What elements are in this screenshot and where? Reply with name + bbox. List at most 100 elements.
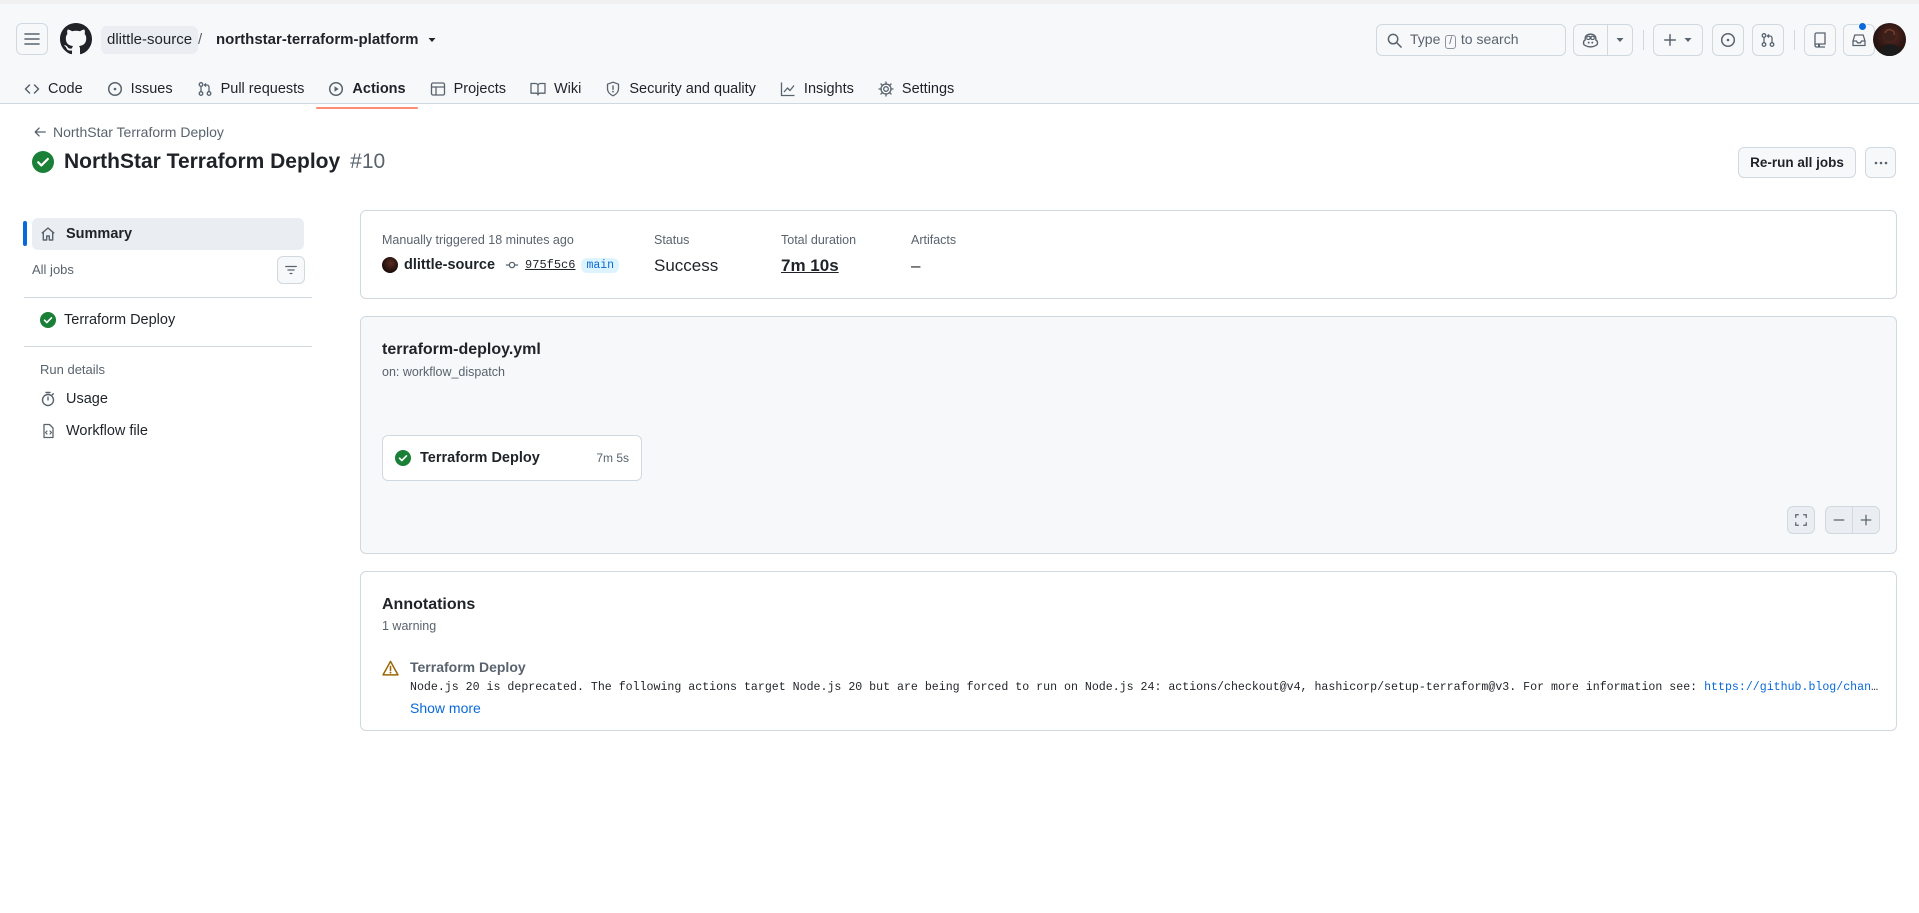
tab-security[interactable]: Security and quality <box>593 70 768 108</box>
stopwatch-icon <box>41 391 55 407</box>
kebab-horizontal-icon <box>1874 161 1887 164</box>
search-placeholder: Type / to search <box>1410 31 1519 49</box>
hamburger-menu-button[interactable] <box>16 23 48 55</box>
gear-icon <box>878 81 894 97</box>
tab-settings[interactable]: Settings <box>866 70 966 108</box>
filter-icon <box>285 265 297 275</box>
notification-indicator <box>1858 22 1867 31</box>
actor-avatar[interactable] <box>382 257 398 273</box>
breadcrumb-separator: / <box>198 31 203 48</box>
annotations-title: Annotations <box>382 596 476 613</box>
breadcrumb-repo[interactable]: northstar-terraform-platform <box>212 26 441 54</box>
git-pull-request-icon <box>198 82 212 96</box>
check-circle-fill-icon <box>40 312 56 328</box>
triangle-down-icon <box>1684 38 1692 42</box>
triangle-down-icon <box>1616 38 1624 42</box>
trigger-column: Manually triggered 18 minutes ago dlittl… <box>382 233 620 273</box>
more-options-button[interactable] <box>1865 147 1896 178</box>
issues-button[interactable] <box>1712 24 1744 56</box>
zoom-in-button[interactable] <box>1852 506 1880 534</box>
tab-wiki-label: Wiki <box>553 81 582 97</box>
run-summary-panel: Manually triggered 18 minutes ago dlittl… <box>360 210 1897 299</box>
back-to-workflow-link[interactable]: NorthStar Terraform Deploy <box>33 124 224 140</box>
repo-icon <box>1814 32 1826 48</box>
sidebar-item-workflow-file[interactable]: Workflow file <box>40 423 148 439</box>
book-icon <box>530 82 546 96</box>
sidebar-item-usage[interactable]: Usage <box>40 391 108 407</box>
status-value: Success <box>654 256 719 275</box>
arrow-left-icon <box>34 127 46 137</box>
annotations-panel: Annotations 1 warning Terraform Deploy N… <box>360 571 1897 731</box>
trigger-label: Manually triggered 18 minutes ago <box>382 233 574 247</box>
annotations-count: 1 warning <box>382 619 437 633</box>
repo-nav: Code Issues Pull requests Actions Projec… <box>12 70 966 109</box>
copilot-dropdown-button[interactable] <box>1608 25 1632 55</box>
tab-projects-label: Projects <box>453 81 506 97</box>
job-node-name: Terraform Deploy <box>420 450 540 466</box>
play-icon <box>329 81 344 97</box>
annotation-message: Node.js 20 is deprecated. The following … <box>410 681 1880 694</box>
tab-wiki[interactable]: Wiki <box>518 70 593 108</box>
annotation-changelog-link[interactable]: https://github.blog/changelog/2025-09-19… <box>1704 681 1880 694</box>
duration-link[interactable]: 7m 10s <box>781 256 856 276</box>
tab-pull-requests[interactable]: Pull requests <box>185 70 317 108</box>
annotation-job-link[interactable]: Terraform Deploy <box>410 659 526 675</box>
run-number: #10 <box>350 150 386 173</box>
summary-active-indicator <box>23 221 27 246</box>
tab-insights-label: Insights <box>803 81 854 97</box>
commit-sha-link[interactable]: 975f5c6 <box>525 258 575 272</box>
fullscreen-button[interactable] <box>1787 506 1815 534</box>
branch-badge[interactable]: main <box>581 257 620 273</box>
tab-issues[interactable]: Issues <box>95 70 185 108</box>
table-icon <box>430 82 445 96</box>
github-logo-icon[interactable] <box>60 23 92 55</box>
breadcrumb-owner[interactable]: dlittle-source <box>101 26 199 54</box>
tab-actions[interactable]: Actions <box>316 70 418 109</box>
tab-insights[interactable]: Insights <box>768 70 866 108</box>
back-link-label: NorthStar Terraform Deploy <box>53 124 224 140</box>
artifacts-column: Artifacts – <box>911 233 956 276</box>
status-column: Status Success <box>654 233 718 276</box>
sidebar-job-label: Terraform Deploy <box>64 312 176 328</box>
graph-icon <box>780 82 795 97</box>
run-title-name: NorthStar Terraform Deploy <box>64 150 341 173</box>
zoom-out-button[interactable] <box>1825 506 1853 534</box>
triangle-down-icon <box>428 38 436 42</box>
copilot-button[interactable] <box>1574 25 1608 55</box>
create-new-button[interactable] <box>1653 24 1703 56</box>
artifacts-value: – <box>911 256 921 275</box>
pull-requests-button[interactable] <box>1752 24 1784 56</box>
inbox-icon <box>1852 34 1866 47</box>
header-divider <box>1643 30 1644 50</box>
tab-security-label: Security and quality <box>629 81 756 97</box>
annotation-message-text: Node.js 20 is deprecated. The following … <box>410 681 1705 694</box>
job-node[interactable]: Terraform Deploy 7m 5s <box>382 435 642 481</box>
issue-opened-icon <box>107 81 122 97</box>
rerun-all-jobs-button[interactable]: Re-run all jobs <box>1738 147 1856 178</box>
filter-jobs-button[interactable] <box>277 256 305 284</box>
git-pull-request-icon <box>1761 33 1775 47</box>
workflow-trigger: on: workflow_dispatch <box>382 365 505 379</box>
actor-link[interactable]: dlittle-source <box>404 257 495 273</box>
repositories-button[interactable] <box>1804 24 1836 56</box>
hamburger-icon <box>24 33 40 45</box>
avatar-image <box>1878 28 1902 56</box>
tab-actions-label: Actions <box>352 81 406 97</box>
workflow-file-name: terraform-deploy.yml <box>382 341 541 358</box>
tab-projects[interactable]: Projects <box>418 70 518 108</box>
git-commit-icon <box>505 261 519 269</box>
sidebar-item-job[interactable]: Terraform Deploy <box>40 312 175 328</box>
plus-icon <box>1860 514 1872 526</box>
code-icon <box>24 84 40 94</box>
app-header: dlittle-source / northstar-terraform-pla… <box>0 0 1919 109</box>
show-more-button[interactable]: Show more <box>410 700 481 716</box>
user-avatar[interactable] <box>1873 23 1906 56</box>
sidebar-divider <box>24 297 312 298</box>
page-title: NorthStar Terraform Deploy #10 <box>32 150 385 174</box>
status-label: Status <box>654 233 690 247</box>
tab-pull-requests-label: Pull requests <box>220 81 305 97</box>
search-input[interactable]: Type / to search <box>1376 24 1566 56</box>
shield-icon <box>607 81 620 97</box>
sidebar-item-summary[interactable]: Summary <box>32 218 304 250</box>
tab-code[interactable]: Code <box>12 70 95 108</box>
